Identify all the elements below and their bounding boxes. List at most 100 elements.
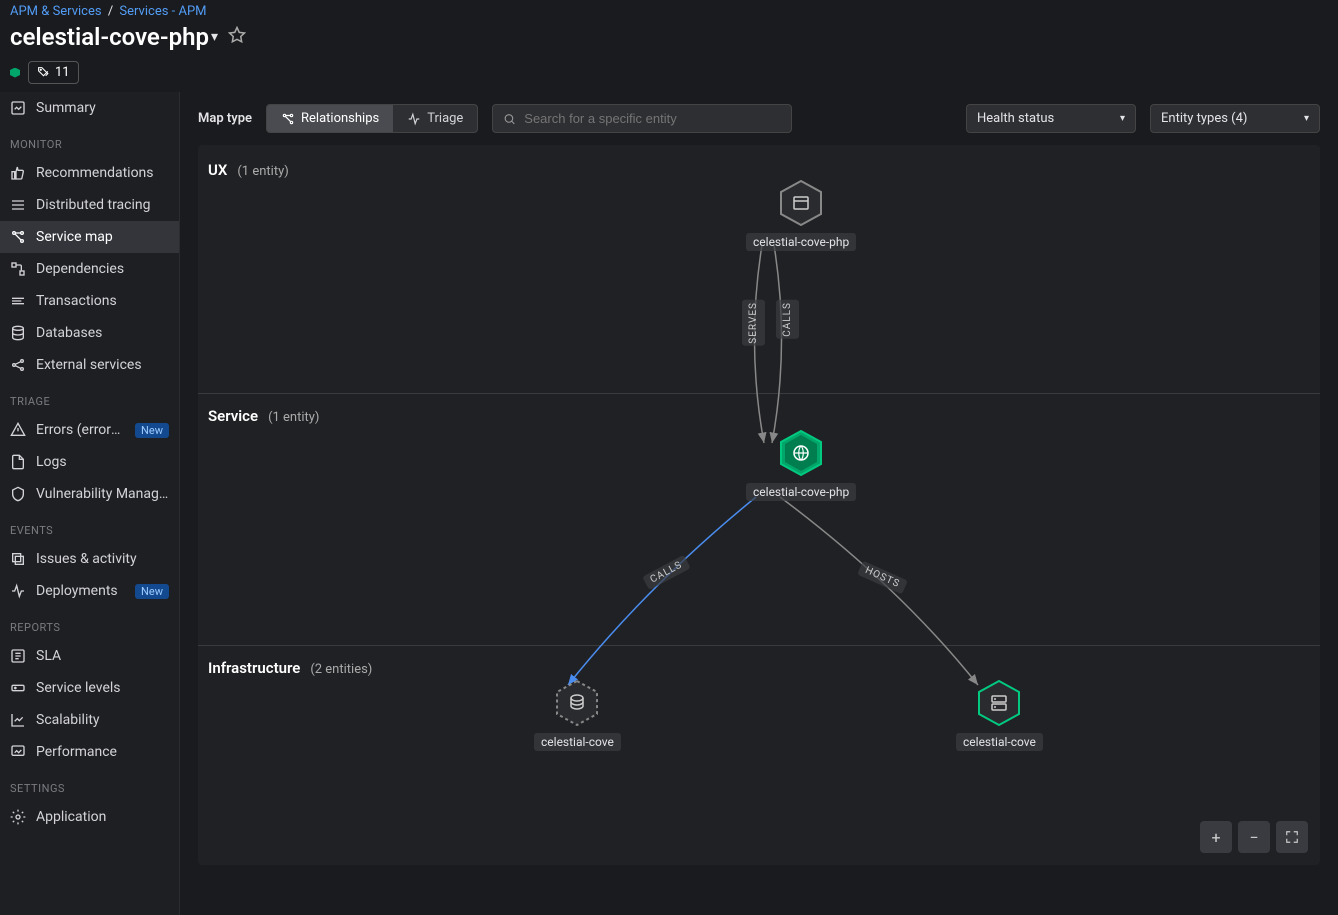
sidebar-item-label: Logs	[36, 454, 67, 470]
sidebar-item-performance[interactable]: Performance	[0, 736, 179, 768]
sidebar-item-application[interactable]: Application	[0, 801, 179, 833]
sidebar-item-databases[interactable]: Databases	[0, 317, 179, 349]
service-title-dropdown[interactable]: celestial-cove-php ▾	[10, 23, 218, 51]
map-icon	[10, 229, 26, 245]
sidebar-item-service-map[interactable]: Service map	[0, 221, 179, 253]
issues-icon	[10, 551, 26, 567]
map-type-toggle: Relationships Triage	[266, 104, 478, 133]
sidebar-item-label: Service levels	[36, 680, 121, 696]
map-type-label: Map type	[198, 111, 252, 126]
sidebar-item-label: External services	[36, 357, 142, 373]
page-title: celestial-cove-php	[10, 23, 209, 51]
sidebar-item-recommendations[interactable]: Recommendations	[0, 157, 179, 189]
external-icon	[10, 357, 26, 373]
section-infrastructure: Infrastructure (2 entities)	[208, 659, 372, 677]
sidebar-item-external-services[interactable]: External services	[0, 349, 179, 381]
sla-icon	[10, 648, 26, 664]
tags-button[interactable]: 11	[28, 61, 79, 84]
thumbs-up-icon	[10, 165, 26, 181]
sidebar-item-label: Errors (errors inbo	[36, 422, 125, 438]
host-icon	[977, 679, 1021, 727]
edge-label-hosts: HOSTS	[857, 561, 908, 595]
zoom-in-button[interactable]: +	[1200, 821, 1232, 853]
search-icon	[503, 112, 516, 126]
node-service[interactable]: celestial-cove-php	[746, 429, 856, 501]
sidebar-item-distributed-tracing[interactable]: Distributed tracing	[0, 189, 179, 221]
logs-icon	[10, 454, 26, 470]
divider	[198, 393, 1320, 394]
relationships-icon	[281, 112, 295, 126]
sidebar-header: REPORTS	[0, 607, 179, 640]
entity-search[interactable]	[492, 104, 792, 133]
levels-icon	[10, 680, 26, 696]
relationships-toggle[interactable]: Relationships	[267, 105, 393, 132]
sidebar-item-label: Transactions	[36, 293, 117, 309]
globe-icon	[779, 429, 823, 477]
status-indicator	[10, 68, 20, 78]
summary-icon	[10, 100, 26, 116]
breadcrumb-apm-services[interactable]: APM & Services	[10, 4, 102, 19]
triage-toggle[interactable]: Triage	[393, 105, 477, 132]
sidebar-item-label: Recommendations	[36, 165, 154, 181]
sidebar-header: SETTINGS	[0, 768, 179, 801]
breadcrumb: APM & Services / Services - APM	[10, 4, 1328, 19]
tag-icon	[37, 66, 50, 79]
deploy-icon	[10, 583, 26, 599]
triage-icon	[407, 112, 421, 126]
entity-search-input[interactable]	[524, 111, 781, 126]
sidebar-item-label: Deployments	[36, 583, 118, 599]
gear-icon	[10, 809, 26, 825]
trace-icon	[10, 197, 26, 213]
sidebar-item-label: SLA	[36, 648, 61, 664]
sidebar-item-dependencies[interactable]: Dependencies	[0, 253, 179, 285]
health-status-select[interactable]: Health status ▾	[966, 104, 1136, 133]
fit-icon	[1285, 830, 1299, 844]
chevron-down-icon: ▾	[1304, 113, 1309, 124]
scalability-icon	[10, 712, 26, 728]
sidebar-item-issues-activity[interactable]: Issues & activity	[0, 543, 179, 575]
sidebar-header: MONITOR	[0, 124, 179, 157]
node-infra-host[interactable]: celestial-cove	[956, 679, 1043, 751]
sidebar-item-deployments[interactable]: DeploymentsNew	[0, 575, 179, 607]
star-icon[interactable]	[228, 26, 246, 48]
node-infra-db[interactable]: celestial-cove	[534, 679, 621, 751]
transactions-icon	[10, 293, 26, 309]
sidebar-item-scalability[interactable]: Scalability	[0, 704, 179, 736]
fit-button[interactable]	[1276, 821, 1308, 853]
sidebar-header: TRIAGE	[0, 381, 179, 414]
shield-icon	[10, 486, 26, 502]
sidebar-item-summary[interactable]: Summary	[0, 92, 179, 124]
errors-icon	[10, 422, 26, 438]
breadcrumb-services-apm[interactable]: Services - APM	[119, 4, 206, 19]
sidebar-item-errors-errors-inbo[interactable]: Errors (errors inboNew	[0, 414, 179, 446]
edge-label-calls: CALLS	[776, 300, 799, 339]
deps-icon	[10, 261, 26, 277]
chevron-down-icon: ▾	[1120, 113, 1125, 124]
sidebar-item-label: Vulnerability Manage…	[36, 486, 169, 502]
sidebar-item-logs[interactable]: Logs	[0, 446, 179, 478]
section-ux: UX (1 entity)	[208, 161, 289, 179]
sidebar-item-service-levels[interactable]: Service levels	[0, 672, 179, 704]
sidebar-item-vulnerability-manage-[interactable]: Vulnerability Manage…	[0, 478, 179, 510]
map-controls: + −	[1200, 821, 1308, 853]
browser-icon	[779, 179, 823, 227]
sidebar-item-sla[interactable]: SLA	[0, 640, 179, 672]
edge-label-serves: SERVES	[742, 300, 765, 346]
performance-icon	[10, 744, 26, 760]
chevron-down-icon: ▾	[211, 29, 218, 45]
sidebar[interactable]: Summary MONITOR Recommendations Distribute…	[0, 92, 180, 915]
section-service: Service (1 entity)	[208, 407, 319, 425]
database-icon	[555, 679, 599, 727]
edge-label-calls: CALLS	[642, 555, 690, 590]
map-edges	[198, 145, 1320, 865]
sidebar-item-label: Dependencies	[36, 261, 124, 277]
map-toolbar: Map type Relationships Triage Health sta…	[198, 104, 1320, 133]
sidebar-item-transactions[interactable]: Transactions	[0, 285, 179, 317]
sidebar-item-label: Issues & activity	[36, 551, 137, 567]
service-map-canvas[interactable]: UX (1 entity) Service (1 entity) Infrast…	[198, 145, 1320, 865]
node-ux[interactable]: celestial-cove-php	[746, 179, 856, 251]
entity-types-select[interactable]: Entity types (4) ▾	[1150, 104, 1320, 133]
sidebar-item-label: Performance	[36, 744, 117, 760]
zoom-out-button[interactable]: −	[1238, 821, 1270, 853]
sidebar-item-label: Service map	[36, 229, 113, 245]
